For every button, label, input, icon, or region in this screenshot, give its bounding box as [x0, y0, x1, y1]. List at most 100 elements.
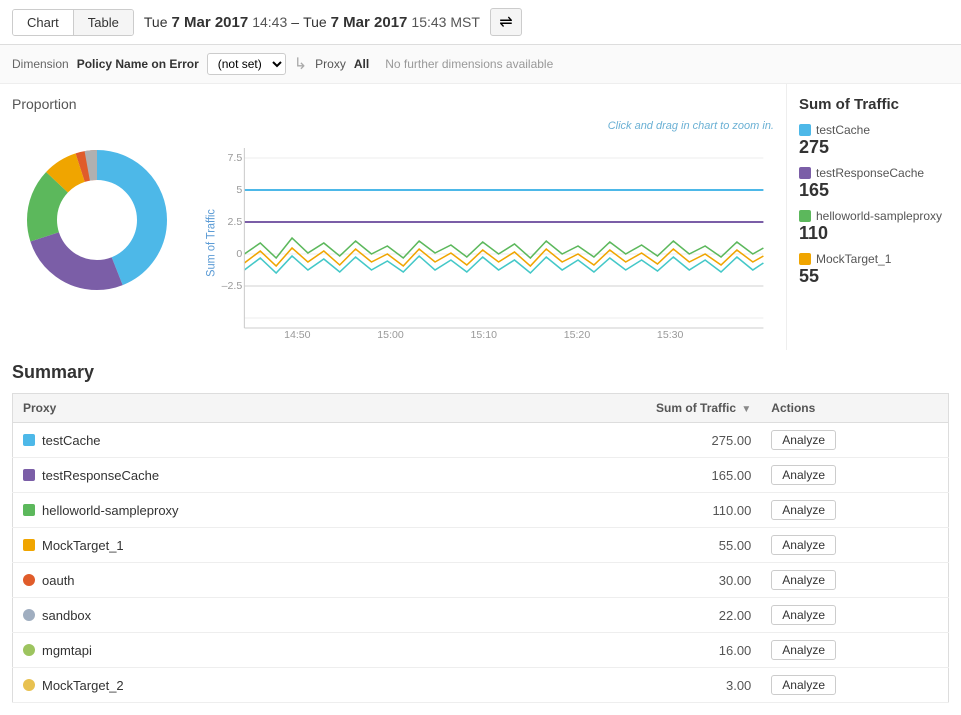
analyze-button[interactable]: Analyze — [771, 675, 836, 695]
main-area: Proportion Click and d — [0, 84, 961, 350]
analyze-button[interactable]: Analyze — [771, 535, 836, 555]
proxy-dot — [23, 644, 35, 656]
svg-text:2.5: 2.5 — [228, 217, 243, 228]
proxy-cell: testCache — [13, 423, 528, 458]
proxy-cell: mgmtapi — [13, 633, 528, 668]
charts-row: Click and drag in chart to zoom in. Sum … — [12, 120, 774, 338]
proxy-cell: MockTarget_1 — [13, 528, 528, 563]
date-range: Tue 7 Mar 2017 14:43 – Tue 7 Mar 2017 15… — [144, 14, 480, 31]
svg-text:7.5: 7.5 — [228, 153, 243, 164]
table-row: MockTarget_2 3.00 Analyze — [13, 668, 949, 703]
legend-item-name: testResponseCache — [799, 166, 949, 180]
traffic-value: 16.00 — [527, 633, 761, 668]
proxy-dot — [23, 539, 35, 551]
proxy-name: MockTarget_1 — [42, 538, 124, 553]
legend-item-name: helloworld-sampleproxy — [799, 209, 949, 223]
proxy-name: oauth — [42, 573, 75, 588]
tab-group: Chart Table — [12, 9, 134, 36]
tab-chart[interactable]: Chart — [13, 10, 74, 35]
analyze-button[interactable]: Analyze — [771, 500, 836, 520]
swap-button[interactable]: ⇌ — [490, 8, 522, 36]
proxy-name: testCache — [42, 433, 101, 448]
table-row: oauth 30.00 Analyze — [13, 563, 949, 598]
table-row: testResponseCache 165.00 Analyze — [13, 458, 949, 493]
summary-section: Summary Proxy Sum of Traffic ▼ Actions t… — [0, 350, 961, 715]
proxy-dot — [23, 609, 35, 621]
legend-item-value: 110 — [799, 223, 949, 244]
analyze-button[interactable]: Analyze — [771, 570, 836, 590]
legend-item: testCache 275 — [799, 123, 949, 158]
traffic-value: 165.00 — [527, 458, 761, 493]
svg-text:–2.5: –2.5 — [222, 281, 243, 292]
date-start-bold: 7 Mar 2017 — [171, 14, 248, 31]
left-panel: Proportion Click and d — [0, 84, 786, 350]
traffic-value: 275.00 — [527, 423, 761, 458]
col-traffic[interactable]: Sum of Traffic ▼ — [527, 394, 761, 423]
actions-cell: Analyze — [761, 493, 948, 528]
summary-table: Proxy Sum of Traffic ▼ Actions testCache… — [12, 393, 949, 703]
date-end-day: Tue — [303, 14, 327, 30]
proxy-name: helloworld-sampleproxy — [42, 503, 179, 518]
proxy-dot — [23, 434, 35, 446]
col-actions: Actions — [761, 394, 948, 423]
date-end-time: 15:43 MST — [411, 14, 479, 30]
traffic-value: 22.00 — [527, 598, 761, 633]
proxy-name: testResponseCache — [42, 468, 159, 483]
legend-item-value: 55 — [799, 266, 949, 287]
legend-item-name: MockTarget_1 — [799, 252, 949, 266]
legend-dot — [799, 124, 811, 136]
proxy-name: MockTarget_2 — [42, 678, 124, 693]
proxy-cell: sandbox — [13, 598, 528, 633]
legend-dot — [799, 253, 811, 265]
summary-tbody: testCache 275.00 Analyze testResponseCac… — [13, 423, 949, 703]
proxy-name: sandbox — [42, 608, 91, 623]
traffic-value: 30.00 — [527, 563, 761, 598]
zoom-hint: Click and drag in chart to zoom in. — [608, 120, 774, 132]
proxy-dot — [23, 504, 35, 516]
dimension-link-all[interactable]: All — [354, 57, 369, 71]
actions-cell: Analyze — [761, 423, 948, 458]
legend-item-value: 275 — [799, 137, 949, 158]
table-row: MockTarget_1 55.00 Analyze — [13, 528, 949, 563]
svg-text:15:30: 15:30 — [657, 330, 684, 341]
date-end-bold: 7 Mar 2017 — [331, 14, 408, 31]
legend-item-name: testCache — [799, 123, 949, 137]
svg-text:Sum of Traffic: Sum of Traffic — [205, 209, 217, 277]
analyze-button[interactable]: Analyze — [771, 640, 836, 660]
svg-text:15:10: 15:10 — [471, 330, 498, 341]
proxy-dot — [23, 574, 35, 586]
analyze-button[interactable]: Analyze — [771, 605, 836, 625]
table-row: sandbox 22.00 Analyze — [13, 598, 949, 633]
line-chart[interactable]: Sum of Traffic 7.5 5 2.5 0 –2.5 — [202, 138, 774, 338]
dimension-link-proxy[interactable]: Proxy — [315, 57, 346, 71]
right-legend-panel: Sum of Traffic testCache 275 testRespons… — [786, 84, 961, 350]
dimension-separator: ↳ — [294, 54, 307, 74]
proxy-cell: MockTarget_2 — [13, 668, 528, 703]
legend-item: testResponseCache 165 — [799, 166, 949, 201]
actions-cell: Analyze — [761, 563, 948, 598]
dimension-select[interactable]: (not set) — [207, 53, 286, 75]
analyze-button[interactable]: Analyze — [771, 465, 836, 485]
dimension-label: Dimension — [12, 57, 69, 71]
dimension-value: Policy Name on Error — [77, 57, 199, 71]
traffic-value: 55.00 — [527, 528, 761, 563]
table-row: mgmtapi 16.00 Analyze — [13, 633, 949, 668]
proxy-name: mgmtapi — [42, 643, 92, 658]
table-row: helloworld-sampleproxy 110.00 Analyze — [13, 493, 949, 528]
tab-table[interactable]: Table — [74, 10, 133, 35]
actions-cell: Analyze — [761, 668, 948, 703]
header: Chart Table Tue 7 Mar 2017 14:43 – Tue 7… — [0, 0, 961, 45]
svg-text:0: 0 — [236, 249, 242, 260]
sort-icon: ▼ — [741, 404, 751, 415]
svg-text:5: 5 — [236, 185, 242, 196]
legend-item: helloworld-sampleproxy 110 — [799, 209, 949, 244]
analyze-button[interactable]: Analyze — [771, 430, 836, 450]
proxy-cell: helloworld-sampleproxy — [13, 493, 528, 528]
proxy-cell: oauth — [13, 563, 528, 598]
actions-cell: Analyze — [761, 458, 948, 493]
legend-dot — [799, 167, 811, 179]
summary-title: Summary — [12, 362, 949, 383]
dimension-hint: No further dimensions available — [385, 57, 553, 71]
actions-cell: Analyze — [761, 633, 948, 668]
traffic-value: 110.00 — [527, 493, 761, 528]
